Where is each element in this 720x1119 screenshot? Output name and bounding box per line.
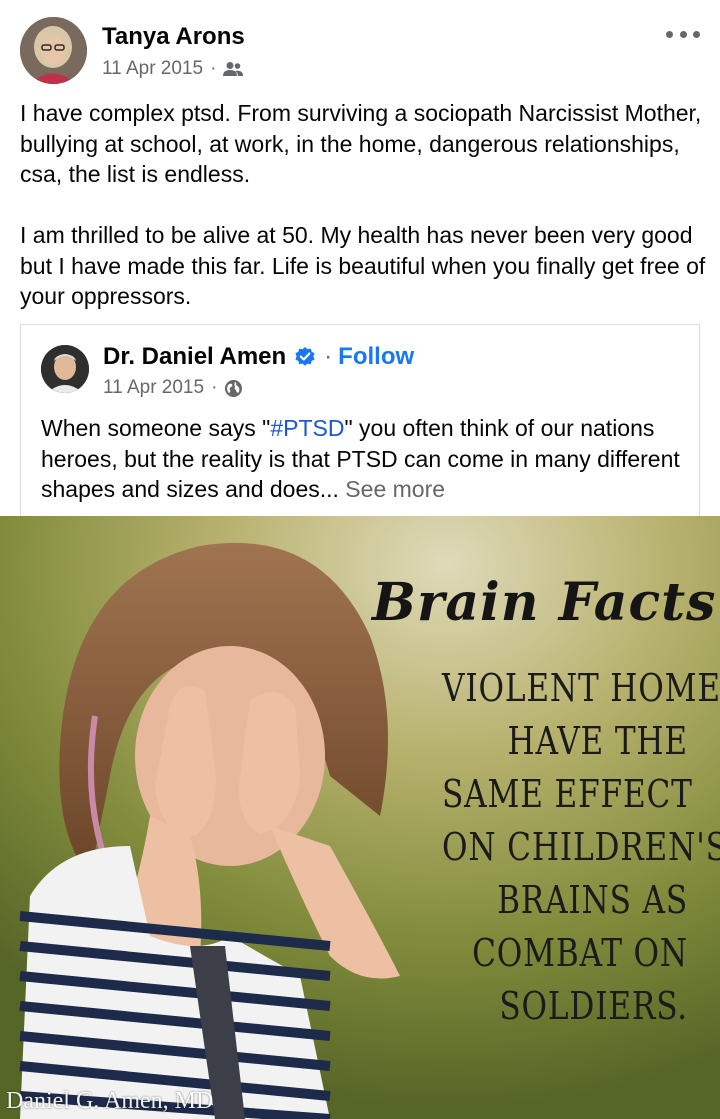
follow-separator: · xyxy=(324,343,333,370)
image-caption: VIOLENT HOMES HAVE THE SAME EFFECT ON CH… xyxy=(442,662,720,1033)
globe-icon xyxy=(225,379,243,397)
image-caption-line: HAVE THE xyxy=(507,719,688,763)
image-caption-line: VIOLENT HOMES xyxy=(442,666,720,710)
post-paragraph: I am thrilled to be alive at 50. My heal… xyxy=(20,222,706,309)
shared-post-text: When someone says "#PTSD" you often thin… xyxy=(41,413,691,505)
verified-badge-icon xyxy=(295,347,315,366)
see-more-link[interactable]: See more xyxy=(339,476,445,502)
shared-name-row: Dr. Daniel Amen · Follow xyxy=(103,343,414,371)
image-title: Brain Facts xyxy=(372,572,717,633)
shared-author-avatar[interactable] xyxy=(41,345,89,393)
image-caption-line: ON CHILDREN'S xyxy=(442,825,720,869)
more-options-icon[interactable] xyxy=(666,27,700,41)
follow-button[interactable]: Follow xyxy=(338,343,414,371)
shared-meta: 11 Apr 2015 · xyxy=(103,377,243,399)
friends-icon xyxy=(223,62,244,76)
meta-separator: · xyxy=(210,58,217,79)
shared-date[interactable]: 11 Apr 2015 xyxy=(103,377,204,399)
shared-author-name[interactable]: Dr. Daniel Amen xyxy=(103,343,286,371)
post-paragraph: I have complex ptsd. From surviving a so… xyxy=(20,100,702,187)
post-header: Tanya Arons 11 Apr 2015 · xyxy=(20,17,700,87)
shared-post-card[interactable]: Dr. Daniel Amen · Follow 11 Apr 2015 · W… xyxy=(20,324,700,524)
image-watermark: Daniel G. Amen, MD xyxy=(6,1088,214,1114)
meta-separator: · xyxy=(211,377,218,398)
image-caption-line: COMBAT ON xyxy=(472,931,688,975)
hashtag-link[interactable]: #PTSD xyxy=(270,415,344,441)
post-body: I have complex ptsd. From surviving a so… xyxy=(20,98,710,312)
image-caption-line: BRAINS AS xyxy=(497,878,688,922)
shared-text-start: When someone says " xyxy=(41,415,271,441)
image-caption-line: SAME EFFECT xyxy=(442,772,693,816)
post-meta: 11 Apr 2015 · xyxy=(102,58,244,80)
post-date[interactable]: 11 Apr 2015 xyxy=(102,58,203,80)
image-caption-line: SOLDIERS. xyxy=(499,984,688,1028)
author-avatar[interactable] xyxy=(20,17,87,84)
author-name[interactable]: Tanya Arons xyxy=(102,23,245,51)
